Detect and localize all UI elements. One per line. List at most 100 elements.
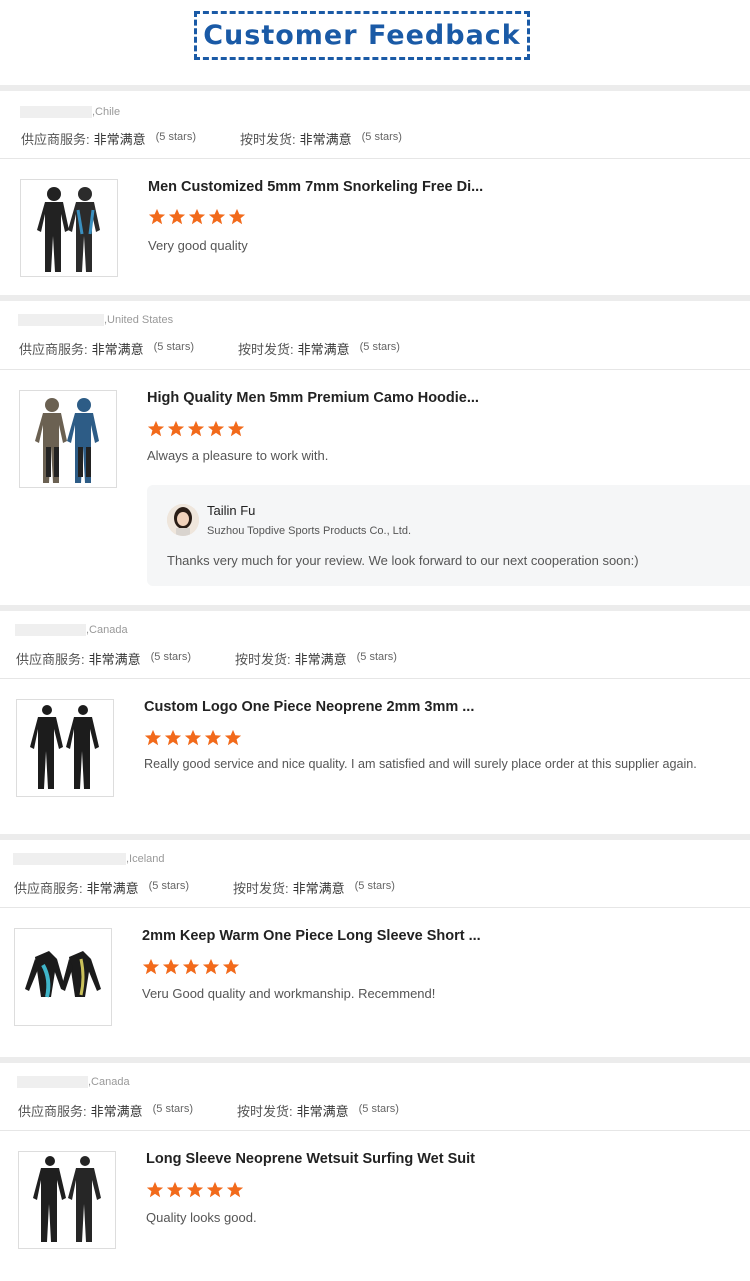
product-thumbnail[interactable] [14, 928, 112, 1026]
wetsuit-image [25, 951, 101, 998]
review-card: ,Chile 供应商服务: 非常满意 (5 stars) 按时发货: 非常满意 … [0, 85, 750, 295]
star-icon [164, 729, 182, 746]
on-time-label: 按时发货: [237, 342, 294, 357]
review-meta: ,Chile 供应商服务: 非常满意 (5 stars) 按时发货: 非常满意 … [0, 91, 750, 159]
star-icon [188, 208, 206, 225]
review-text: Quality looks good. [146, 1210, 257, 1225]
on-time-label: 按时发货: [239, 132, 296, 147]
on-time-stars: (5 stars) [354, 880, 395, 892]
supplier-service-value: 非常满意 [88, 652, 141, 667]
on-time-value: 非常满意 [296, 1104, 349, 1119]
buyer-name-masked [15, 624, 86, 636]
on-time-label: 按时发货: [232, 881, 289, 896]
star-icon [146, 1181, 164, 1198]
star-icon [228, 208, 246, 225]
avatar [167, 504, 199, 536]
supplier-service-label: 供应商服务: [19, 342, 88, 357]
star-icon [208, 208, 226, 225]
rating-stars [144, 729, 242, 747]
on-time-value: 非常满意 [294, 652, 347, 667]
supplier-service-stars: (5 stars) [153, 341, 194, 353]
supplier-service-value: 非常满意 [90, 1104, 143, 1119]
product-title[interactable]: Custom Logo One Piece Neoprene 2mm 3mm .… [144, 699, 474, 715]
reply-text: Thanks very much for your review. We loo… [167, 553, 639, 568]
review-text: Always a pleasure to work with. [147, 448, 329, 463]
product-thumbnail[interactable] [18, 1151, 116, 1249]
buyer-line: ,Canada [17, 1076, 130, 1088]
star-icon [182, 958, 200, 975]
on-time-stars: (5 stars) [358, 1103, 399, 1115]
star-icon [227, 420, 245, 437]
product-thumbnail[interactable] [20, 179, 118, 277]
star-icon [142, 958, 160, 975]
wetsuit-image [35, 398, 99, 483]
buyer-name-masked [13, 853, 126, 865]
product-title[interactable]: Men Customized 5mm 7mm Snorkeling Free D… [148, 179, 483, 195]
star-icon [207, 420, 225, 437]
on-time-value: 非常满意 [292, 881, 345, 896]
star-icon [166, 1181, 184, 1198]
supplier-service-value: 非常满意 [93, 132, 146, 147]
review-meta: ,Canada 供应商服务: 非常满意 (5 stars) 按时发货: 非常满意… [0, 611, 750, 679]
on-time-label: 按时发货: [234, 652, 291, 667]
title-box: Customer Feedback [194, 11, 530, 60]
star-icon [162, 958, 180, 975]
star-icon [168, 208, 186, 225]
buyer-line: ,Canada [15, 624, 128, 636]
review-text: Veru Good quality and workmanship. Recem… [142, 986, 436, 1001]
wetsuit-image [37, 187, 100, 272]
supplier-service-stars: (5 stars) [152, 1103, 193, 1115]
review-card: ,Iceland 供应商服务: 非常满意 (5 stars) 按时发货: 非常满… [0, 834, 750, 1057]
review-card: ,United States 供应商服务: 非常满意 (5 stars) 按时发… [0, 295, 750, 605]
on-time-stars: (5 stars) [356, 651, 397, 663]
star-icon [226, 1181, 244, 1198]
supplier-service-stars: (5 stars) [155, 131, 196, 143]
star-icon [144, 729, 162, 746]
reply-company: Suzhou Topdive Sports Products Co., Ltd. [207, 525, 412, 537]
on-time-value: 非常满意 [297, 342, 350, 357]
rating-line: 供应商服务: 非常满意 (5 stars) 按时发货: 非常满意 (5 star… [16, 649, 397, 668]
on-time-value: 非常满意 [299, 132, 352, 147]
wetsuit-image [30, 705, 99, 789]
star-icon [184, 729, 202, 746]
review-meta: ,United States 供应商服务: 非常满意 (5 stars) 按时发… [0, 301, 750, 370]
star-icon [186, 1181, 204, 1198]
on-time-label: 按时发货: [236, 1104, 293, 1119]
star-icon [148, 208, 166, 225]
product-title[interactable]: High Quality Men 5mm Premium Camo Hoodie… [147, 390, 479, 406]
buyer-name-masked [17, 1076, 88, 1088]
product-title[interactable]: Long Sleeve Neoprene Wetsuit Surfing Wet… [146, 1151, 475, 1167]
star-icon [222, 958, 240, 975]
product-thumbnail[interactable] [16, 699, 114, 797]
on-time-stars: (5 stars) [361, 131, 402, 143]
buyer-country: ,Iceland [126, 853, 165, 865]
rating-line: 供应商服务: 非常满意 (5 stars) 按时发货: 非常满意 (5 star… [19, 339, 400, 358]
buyer-line: ,United States [18, 314, 173, 326]
supplier-service-label: 供应商服务: [21, 132, 90, 147]
product-title[interactable]: 2mm Keep Warm One Piece Long Sleeve Shor… [142, 928, 481, 944]
supplier-service-label: 供应商服务: [14, 881, 83, 896]
supplier-service-stars: (5 stars) [148, 880, 189, 892]
rating-stars [146, 1181, 244, 1199]
buyer-country: ,Canada [88, 1076, 130, 1088]
wetsuit-image [33, 1156, 101, 1242]
review-card: ,Canada 供应商服务: 非常满意 (5 stars) 按时发货: 非常满意… [0, 605, 750, 834]
buyer-line: ,Chile [20, 106, 120, 118]
buyer-country: ,Canada [86, 624, 128, 636]
rating-line: 供应商服务: 非常满意 (5 stars) 按时发货: 非常满意 (5 star… [14, 878, 395, 897]
star-icon [202, 958, 220, 975]
reply-author: Tailin Fu [207, 503, 256, 518]
supplier-service-value: 非常满意 [86, 881, 139, 896]
buyer-country: ,Chile [92, 106, 121, 118]
review-text: Really good service and nice quality. I … [144, 757, 697, 771]
supplier-reply: Tailin Fu Suzhou Topdive Sports Products… [147, 485, 750, 586]
star-icon [147, 420, 165, 437]
star-icon [187, 420, 205, 437]
header: Customer Feedback [0, 0, 750, 85]
buyer-line: ,Iceland [13, 853, 165, 865]
product-thumbnail[interactable] [19, 390, 117, 488]
rating-stars [148, 208, 246, 226]
review-text: Very good quality [148, 238, 248, 253]
buyer-name-masked [18, 314, 104, 326]
supplier-service-stars: (5 stars) [150, 651, 191, 663]
